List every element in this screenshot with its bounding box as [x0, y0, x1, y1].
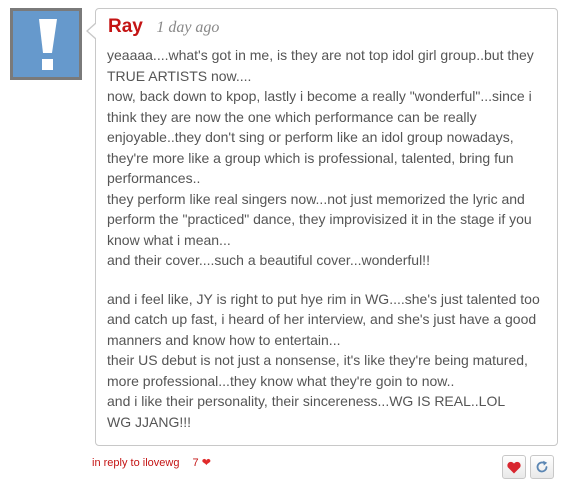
reblog-button[interactable]	[530, 455, 554, 479]
exclamation-icon	[13, 11, 79, 77]
avatar[interactable]	[10, 8, 82, 80]
comment-line: WG JJANG!!!	[107, 413, 191, 430]
comment-paragraph: yeaaaa....what's got in me, is they are …	[107, 45, 549, 271]
comment-header: Ray 1 day ago	[108, 16, 219, 38]
comment-body: yeaaaa....what's got in me, is they are …	[107, 45, 549, 432]
comment-line: and catch up fast, i heard of her interv…	[107, 311, 537, 327]
comment-line: think they are now the one which perform…	[107, 108, 477, 125]
comment-line: enjoyable..they don't sing or perform li…	[107, 129, 514, 145]
comment-line: yeaaaa....what's got in me, is they are …	[107, 47, 534, 63]
comment-line: now, back down to kpop, lastly i become …	[107, 88, 532, 104]
comment-bubble: Ray 1 day ago yeaaaa....what's got in me…	[95, 8, 558, 446]
bubble-pointer-fill	[88, 23, 97, 39]
comment-footer: in reply to ilovewg 7 ❤	[92, 456, 211, 469]
comment-line: know what i mean...	[107, 231, 231, 248]
comment-line: and i feel like, JY is right to put hye …	[107, 290, 540, 307]
heart-icon: ❤	[201, 457, 211, 469]
comment-entry: Ray 1 day ago yeaaaa....what's got in me…	[0, 0, 572, 485]
comment-line: and their cover....such a beautiful cove…	[107, 252, 430, 268]
comment-line: their US debut is not just a nonsense, i…	[107, 352, 528, 368]
like-count-value: 7	[192, 457, 199, 469]
comment-line: they perform like real singers now...not…	[107, 190, 525, 207]
in-reply-to-link[interactable]: in reply to ilovewg	[92, 457, 179, 469]
comment-line: performances..	[107, 170, 201, 186]
comment-paragraph: and i feel like, JY is right to put hye …	[107, 289, 549, 433]
comment-line: perform the "practiced" dance, they impr…	[107, 211, 532, 227]
heart-icon	[507, 461, 521, 473]
comment-timestamp[interactable]: 1 day ago	[156, 19, 219, 36]
comment-line: and i like their personality, their sinc…	[107, 393, 506, 409]
refresh-icon	[536, 460, 548, 473]
comment-line: manners and know how to entertain...	[107, 331, 341, 348]
author-name[interactable]: Ray	[108, 16, 143, 37]
like-count[interactable]: 7 ❤	[193, 457, 211, 469]
comment-line: they're more like a group which is profe…	[107, 149, 514, 166]
like-button[interactable]	[502, 455, 526, 479]
comment-line: TRUE ARTISTS now....	[107, 67, 252, 84]
comment-line: more professional...they know what they'…	[107, 372, 455, 389]
